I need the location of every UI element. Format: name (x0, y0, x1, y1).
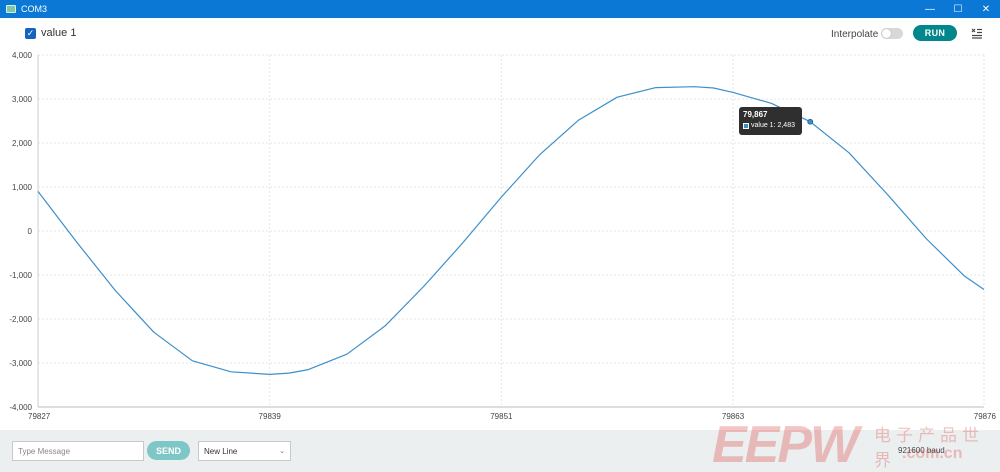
y-tick-label: 2,000 (12, 139, 33, 148)
minimize-icon[interactable]: — (916, 0, 944, 18)
interpolate-toggle[interactable] (881, 28, 903, 39)
tooltip-series-swatch (743, 123, 749, 129)
chevron-down-icon: ⌄ (279, 448, 285, 455)
plot-area[interactable]: 4,000 3,000 2,000 1,000 0 -1,000 -2,000 -3,000 -… (0, 50, 1000, 430)
y-tick-label: -1,000 (9, 271, 32, 280)
data-tooltip: 79,867 value 1: 2,483 (739, 107, 802, 135)
line-ending-value: New Line (204, 446, 238, 456)
tooltip-x-value: 79,867 (743, 110, 768, 119)
run-button[interactable]: RUN (913, 25, 957, 41)
window-controls: — ☐ ✕ (916, 0, 1000, 18)
baud-rate: 921600 baud (898, 446, 945, 455)
app-icon (6, 5, 16, 13)
message-input[interactable] (12, 441, 144, 461)
y-tick-label: -4,000 (9, 403, 32, 412)
y-tick-label: 3,000 (12, 95, 33, 104)
plotter-toolbar: ✓ value 1 Interpolate RUN (0, 18, 1000, 50)
x-tick-label: 79863 (722, 412, 745, 421)
x-tick-label: 79827 (28, 412, 51, 421)
x-tick-label: 79839 (259, 412, 282, 421)
send-button[interactable]: SEND (147, 441, 190, 460)
y-tick-label: 1,000 (12, 183, 33, 192)
window-title: COM3 (21, 4, 48, 14)
y-tick-label: -3,000 (9, 359, 32, 368)
y-tick-label: 0 (28, 227, 33, 236)
clear-output-icon[interactable] (971, 27, 983, 39)
y-tick-label: 4,000 (12, 51, 33, 60)
hovered-data-point (807, 118, 814, 125)
line-ending-select[interactable]: New Line ⌄ (198, 441, 291, 461)
maximize-icon[interactable]: ☐ (944, 0, 972, 18)
title-bar: COM3 — ☐ ✕ (0, 0, 1000, 18)
check-icon: ✓ (26, 27, 35, 38)
series-label: value 1 (41, 27, 77, 39)
tooltip-series-value: value 1: 2,483 (751, 122, 795, 129)
x-tick-label: 79876 (974, 412, 997, 421)
close-icon[interactable]: ✕ (972, 0, 1000, 18)
interpolate-label: Interpolate (831, 29, 879, 40)
series-legend: ✓ value 1 (25, 27, 76, 39)
series-checkbox[interactable]: ✓ (25, 27, 36, 39)
x-tick-label: 79851 (490, 412, 513, 421)
bottom-bar: SEND New Line ⌄ 921600 baud (0, 430, 1000, 472)
y-tick-label: -2,000 (9, 315, 32, 324)
toggle-knob (882, 29, 891, 38)
